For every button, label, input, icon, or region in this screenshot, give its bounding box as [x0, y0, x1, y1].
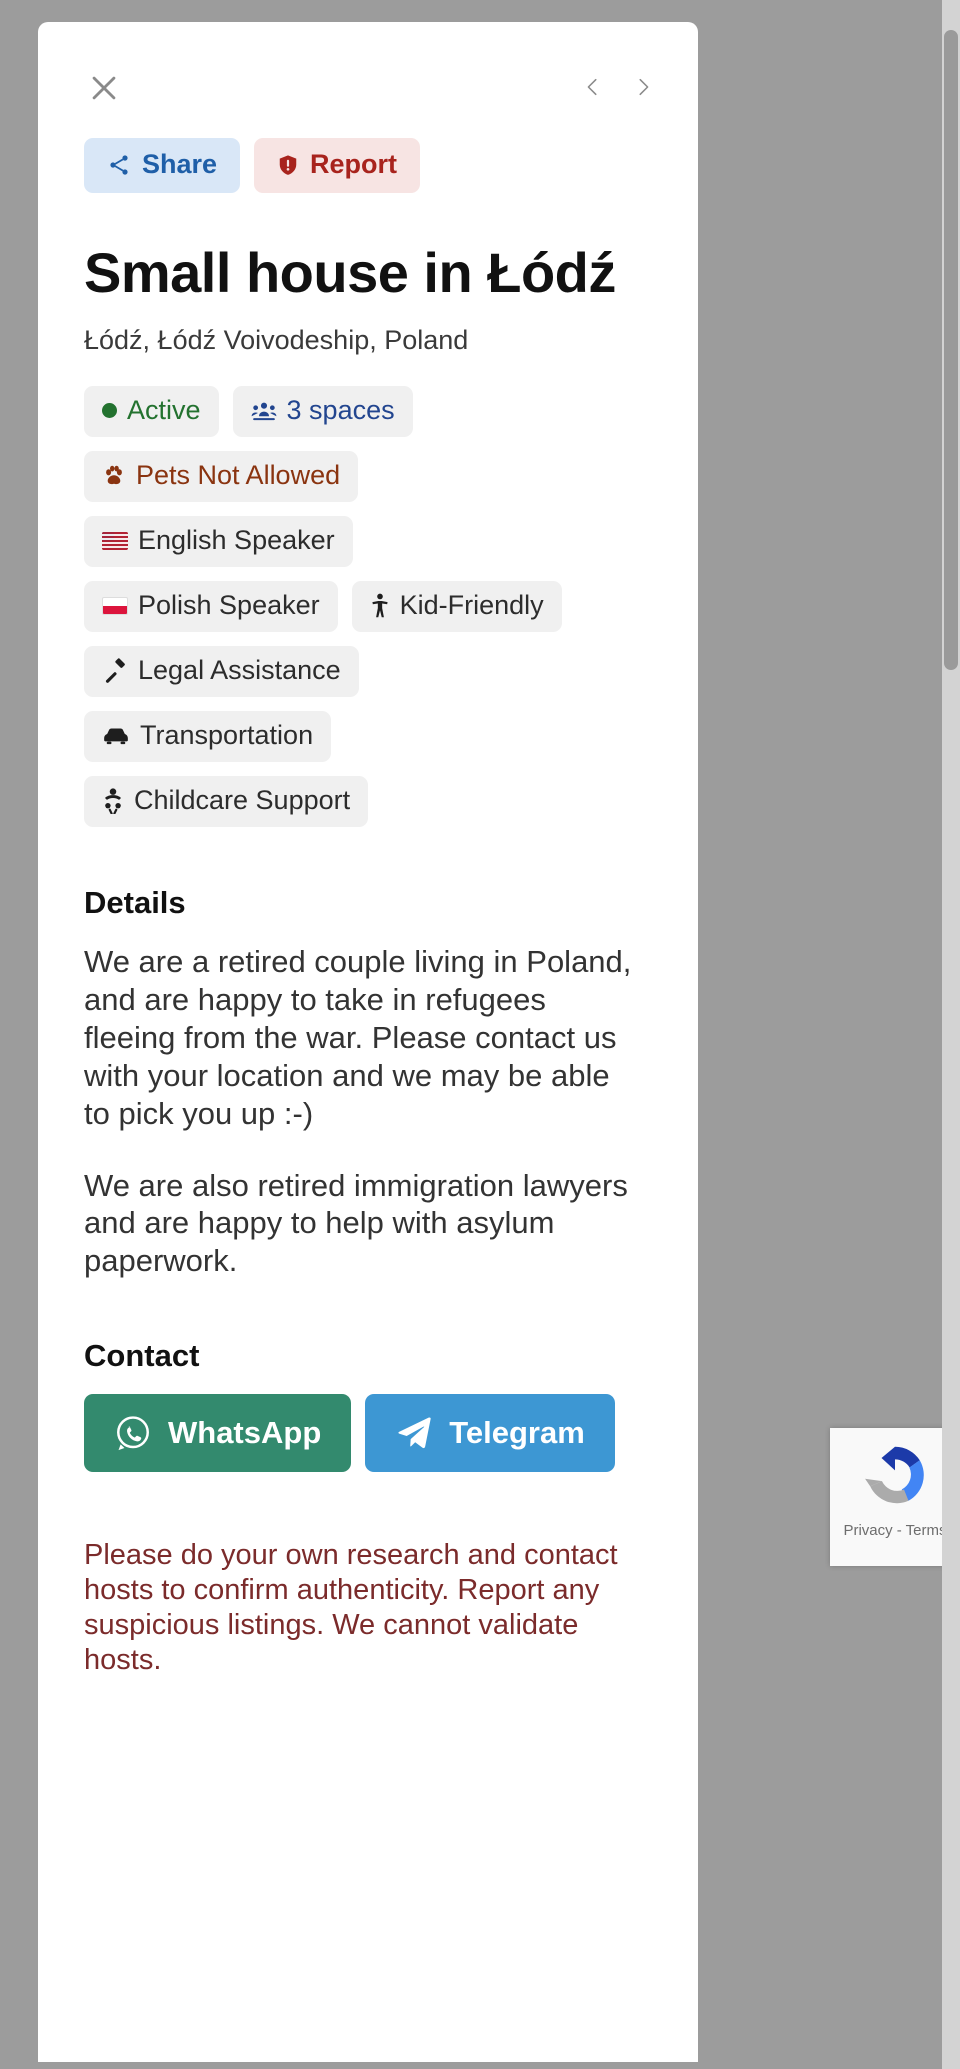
chevron-right-icon [632, 72, 654, 105]
recaptcha-privacy-terms[interactable]: Privacy - Terms [843, 1522, 946, 1539]
share-icon [107, 153, 131, 177]
close-icon [87, 71, 121, 105]
gavel-icon [102, 658, 128, 684]
tag-label: 3 spaces [286, 395, 395, 426]
listing-location: Łódź, Łódź Voivodeship, Poland [84, 325, 469, 356]
tag-label: Transportation [140, 720, 314, 751]
contact-buttons: WhatsApp Telegram [38, 1393, 698, 1472]
report-button-label: Report [310, 149, 398, 179]
tag-label: Kid-Friendly [399, 590, 544, 621]
paw-icon [102, 464, 126, 488]
scrollbar-thumb[interactable] [944, 30, 958, 670]
tag-spaces: 3 spaces [232, 386, 413, 438]
details-heading: Details [84, 885, 186, 921]
recaptcha-badge[interactable]: Privacy - Terms [830, 1428, 960, 1566]
whatsapp-button-label: WhatsApp [168, 1415, 322, 1451]
close-button[interactable] [84, 68, 124, 108]
tag-polish-speaker: Polish Speaker [84, 581, 338, 633]
page-title: Small house in Łódź [84, 241, 616, 304]
tag-active: Active [84, 386, 219, 438]
report-button[interactable]: Report [254, 138, 421, 193]
telegram-icon [395, 1416, 433, 1450]
child-icon [370, 593, 390, 619]
share-button[interactable]: Share [84, 138, 241, 193]
tag-english-speaker: English Speaker [84, 516, 353, 568]
listing-tags: Active 3 spaces Pets Not Allowed English… [38, 386, 658, 828]
tag-childcare-support: Childcare Support [84, 776, 369, 828]
tag-label: English Speaker [138, 525, 335, 556]
tag-label: Pets Not Allowed [136, 460, 341, 491]
safety-disclaimer: Please do your own research and contact … [84, 1538, 618, 1677]
contact-heading: Contact [84, 1337, 200, 1373]
whatsapp-icon [114, 1414, 152, 1452]
telegram-button[interactable]: Telegram [365, 1393, 615, 1472]
flag-us-icon [102, 531, 128, 550]
action-buttons: Share Report [38, 138, 698, 193]
previous-listing-button[interactable] [576, 70, 610, 106]
page-scrollbar[interactable] [942, 0, 960, 2069]
sheet-navigation [576, 70, 660, 106]
app-root: Share Report Small house in Łódź Łódź, Ł… [0, 0, 960, 2069]
baby-icon [102, 788, 124, 814]
tag-label: Legal Assistance [138, 655, 341, 686]
tag-kid-friendly: Kid-Friendly [351, 581, 562, 633]
tag-pets-not-allowed: Pets Not Allowed [84, 451, 359, 503]
recaptcha-logo-icon [859, 1440, 931, 1512]
tag-transportation: Transportation [84, 711, 332, 763]
shield-alert-icon [277, 153, 299, 177]
listing-detail-sheet: Share Report Small house in Łódź Łódź, Ł… [38, 22, 698, 2062]
telegram-button-label: Telegram [449, 1415, 585, 1451]
tag-label: Childcare Support [134, 785, 351, 816]
share-button-label: Share [142, 149, 218, 179]
car-icon [102, 725, 130, 747]
tag-label: Polish Speaker [138, 590, 320, 621]
people-group-icon [251, 401, 277, 421]
sheet-topbar [38, 22, 698, 120]
tag-label: Active [127, 395, 201, 426]
next-listing-button[interactable] [626, 70, 660, 106]
details-paragraph-2: We are also retired immigration lawyers … [84, 1167, 628, 1279]
flag-pl-icon [102, 596, 128, 615]
tag-legal-assistance: Legal Assistance [84, 646, 359, 698]
chevron-left-icon [582, 72, 604, 105]
whatsapp-button[interactable]: WhatsApp [84, 1393, 352, 1472]
details-paragraph-1: We are a retired couple living in Poland… [84, 944, 632, 1131]
green-dot-icon [102, 403, 117, 419]
